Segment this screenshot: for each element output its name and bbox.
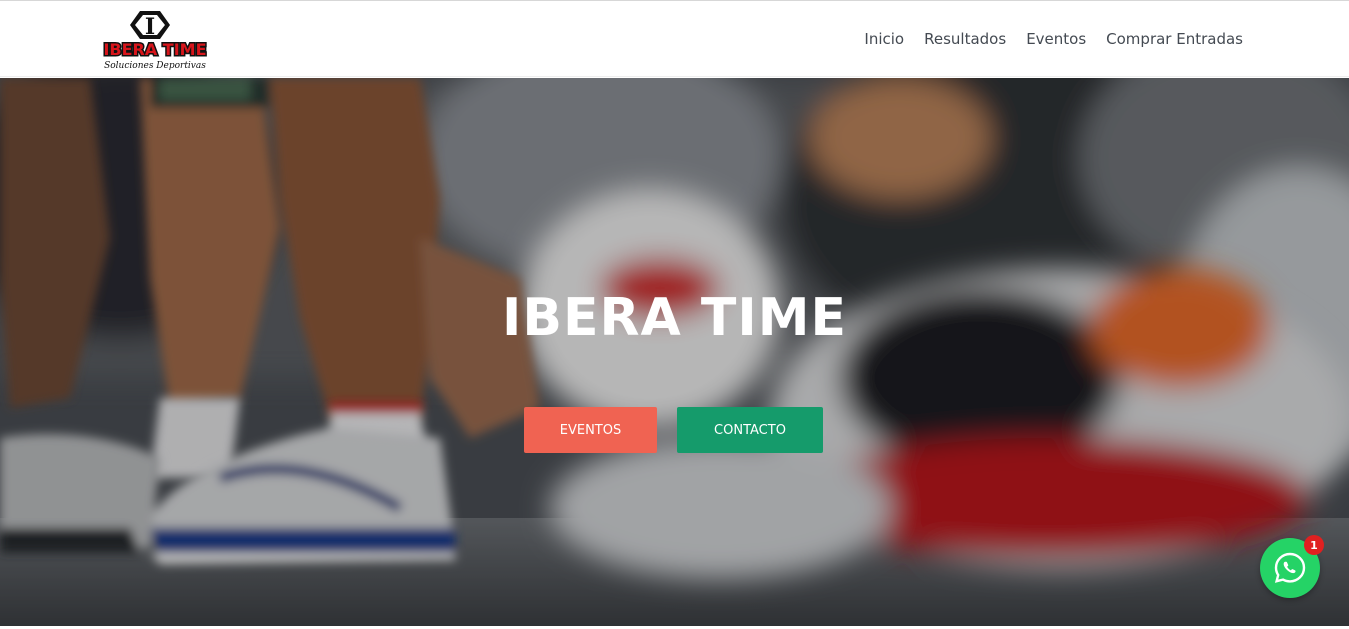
logo-name: IBERA TIME: [103, 40, 206, 59]
nav-comprar-entradas[interactable]: Comprar Entradas: [1106, 30, 1243, 48]
eventos-button[interactable]: EVENTOS: [524, 407, 657, 453]
main-nav: Inicio Resultados Eventos Comprar Entrad…: [864, 1, 1243, 77]
contacto-button[interactable]: CONTACTO: [677, 407, 823, 453]
navbar: I IBERA TIME IBERA TIME Soluciones Depor…: [0, 1, 1349, 77]
site-logo[interactable]: I IBERA TIME IBERA TIME Soluciones Depor…: [100, 7, 210, 73]
logo-letter: I: [145, 14, 155, 40]
nav-resultados[interactable]: Resultados: [924, 30, 1006, 48]
whatsapp-icon: [1274, 552, 1306, 583]
hero-section: IBERA TIME EVENTOS CONTACTO: [0, 78, 1349, 626]
hero-title: IBERA TIME: [502, 288, 847, 348]
whatsapp-notification-badge: 1: [1304, 535, 1324, 555]
nav-inicio[interactable]: Inicio: [864, 30, 904, 48]
logo-tagline: Soluciones Deportivas: [104, 61, 206, 71]
hero-background-image: [0, 78, 1349, 626]
nav-eventos[interactable]: Eventos: [1026, 30, 1086, 48]
